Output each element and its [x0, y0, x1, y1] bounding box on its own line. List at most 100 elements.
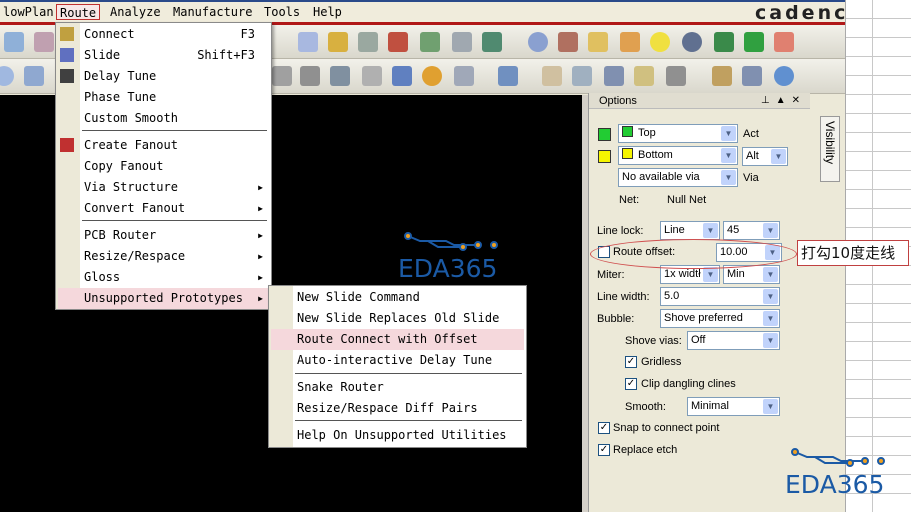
- via-value: No available via: [622, 171, 700, 183]
- zoom-in-icon[interactable]: [34, 32, 54, 52]
- alternate-layer-select[interactable]: Bottom ▼: [618, 146, 738, 165]
- hourglass-icon[interactable]: [744, 32, 764, 52]
- submenu-item-help-on-unsupported-utilities[interactable]: Help On Unsupported Utilities: [271, 425, 524, 446]
- report-icon[interactable]: [542, 66, 562, 86]
- bottom-layer-color-icon[interactable]: [598, 150, 611, 163]
- submenu-item-new-slide-replaces-old-slide[interactable]: New Slide Replaces Old Slide: [271, 308, 524, 329]
- matrix-icon[interactable]: [392, 66, 412, 86]
- measure-icon[interactable]: [588, 32, 608, 52]
- smooth-value: Minimal: [691, 400, 729, 412]
- menu-analyze[interactable]: Analyze: [107, 4, 164, 20]
- submenu-item-route-connect-with-offset[interactable]: Route Connect with Offset: [271, 329, 524, 350]
- submenu-item-snake-router[interactable]: Snake Router: [271, 377, 524, 398]
- rect-icon[interactable]: [24, 66, 44, 86]
- chevron-down-icon: ▼: [763, 399, 778, 414]
- angle-select[interactable]: 45 ▼: [723, 221, 780, 240]
- menu-flowplan[interactable]: lowPlan: [0, 4, 57, 20]
- menu-tools[interactable]: Tools: [261, 4, 303, 20]
- book-icon[interactable]: [572, 66, 592, 86]
- submenu-item-auto-interactive-delay-tune[interactable]: Auto-interactive Delay Tune: [271, 350, 524, 371]
- testpoint-icon[interactable]: [422, 66, 442, 86]
- no-select-icon[interactable]: [774, 32, 794, 52]
- camera-icon[interactable]: [300, 66, 320, 86]
- rename-icon[interactable]: [330, 66, 350, 86]
- menu-item-label: PCB Router: [84, 228, 157, 242]
- route-menu-item-custom-smooth[interactable]: Custom Smooth: [58, 108, 269, 129]
- route-menu-item-connect[interactable]: Connect F3: [58, 24, 269, 45]
- highlight-icon[interactable]: [620, 32, 640, 52]
- line-lock-label: Line lock:: [597, 225, 644, 237]
- chip-icon[interactable]: [604, 66, 624, 86]
- circuit-trace-icon: [404, 232, 498, 251]
- miter-value: 1x widtł: [664, 268, 701, 280]
- menu-manufacture[interactable]: Manufacture: [170, 4, 255, 20]
- line-width-label: Line width:: [597, 291, 650, 303]
- color-icon[interactable]: [328, 32, 348, 52]
- probe-icon[interactable]: [666, 66, 686, 86]
- alt-select[interactable]: Alt ▼: [742, 147, 788, 166]
- sun-icon[interactable]: [650, 32, 670, 52]
- menu-help[interactable]: Help: [310, 4, 345, 20]
- route-menu-item-convert-fanout[interactable]: Convert Fanout ▶: [58, 198, 269, 219]
- bubble-select[interactable]: Shove preferred ▼: [660, 309, 780, 328]
- mail-icon[interactable]: [742, 66, 762, 86]
- submenu-item-new-slide-command[interactable]: New Slide Command: [271, 287, 524, 308]
- smooth-select[interactable]: Minimal ▼: [687, 397, 780, 416]
- clip-dangling-checkbox[interactable]: ✓: [625, 378, 637, 390]
- eda365-watermark: EDA365: [398, 230, 498, 283]
- layers-icon[interactable]: [358, 32, 378, 52]
- submenu-item-resize-respace-diff-pairs[interactable]: Resize/Respace Diff Pairs: [271, 398, 524, 419]
- active-layer-select[interactable]: Top ▼: [618, 124, 738, 143]
- line-lock-select[interactable]: Line ▼: [660, 221, 720, 240]
- menu-item-label: Delay Tune: [84, 69, 157, 83]
- route-menu-item-via-structure[interactable]: Via Structure ▶: [58, 177, 269, 198]
- shove-vias-select[interactable]: Off ▼: [687, 331, 780, 350]
- miter-mode-value: Min: [727, 268, 745, 280]
- route-menu-item-unsupported-prototypes[interactable]: Unsupported Prototypes ▶: [58, 288, 269, 309]
- circle-icon[interactable]: [0, 66, 14, 86]
- chevron-down-icon: ▼: [721, 170, 736, 185]
- globe-icon[interactable]: [482, 32, 502, 52]
- annotation-label: 打勾10度走线: [797, 240, 909, 266]
- via-select[interactable]: No available via ▼: [618, 168, 738, 187]
- chevron-down-icon: ▼: [763, 333, 778, 348]
- info-icon[interactable]: [528, 32, 548, 52]
- cm-icon[interactable]: [420, 32, 440, 52]
- route-menu-item-gloss[interactable]: Gloss ▶: [58, 267, 269, 288]
- visibility-tab[interactable]: Visibility: [820, 116, 840, 182]
- menu-route[interactable]: Route: [56, 4, 101, 20]
- array-icon[interactable]: [454, 66, 474, 86]
- route-menu-item-delay-tune[interactable]: Delay Tune: [58, 66, 269, 87]
- property-icon[interactable]: [558, 32, 578, 52]
- line-width-value: 5.0: [664, 290, 680, 302]
- check-icon[interactable]: [634, 66, 654, 86]
- wrench-icon[interactable]: [272, 66, 292, 86]
- bomb-icon[interactable]: [682, 32, 702, 52]
- panel-controls[interactable]: ⊥▲✕: [761, 93, 806, 109]
- menu-item-label: Connect: [84, 27, 135, 41]
- route-menu-item-create-fanout[interactable]: Create Fanout: [58, 135, 269, 156]
- dfa-icon[interactable]: [452, 32, 472, 52]
- bars-icon[interactable]: [714, 32, 734, 52]
- route-menu-item-resize-respace[interactable]: Resize/Respace ▶: [58, 246, 269, 267]
- stack-icon[interactable]: [388, 32, 408, 52]
- windows-icon[interactable]: [712, 66, 732, 86]
- route-menu-item-pcb-router[interactable]: PCB Router ▶: [58, 225, 269, 246]
- replace-etch-checkbox[interactable]: ✓: [598, 444, 610, 456]
- signal-icon[interactable]: [498, 66, 518, 86]
- top-layer-color-icon[interactable]: [598, 128, 611, 141]
- line-width-select[interactable]: 5.0 ▼: [660, 287, 780, 306]
- route-menu-item-slide[interactable]: Slide Shift+F3: [58, 45, 269, 66]
- menu-bar: lowPlan Route Analyze Manufacture Tools …: [0, 0, 861, 24]
- snap-checkbox[interactable]: ✓: [598, 422, 610, 434]
- route-menu-item-copy-fanout[interactable]: Copy Fanout: [58, 156, 269, 177]
- delay-tune-icon: [60, 69, 74, 83]
- options-panel: Options ⊥▲✕ Top ▼ Act Bottom ▼ Alt ▼ No avai…: [588, 93, 810, 512]
- route-menu-item-phase-tune[interactable]: Phase Tune: [58, 87, 269, 108]
- help-icon[interactable]: [774, 66, 794, 86]
- zoom-fit-icon[interactable]: [4, 32, 24, 52]
- grid-icon[interactable]: [298, 32, 318, 52]
- gridless-checkbox[interactable]: ✓: [625, 356, 637, 368]
- list-icon[interactable]: [362, 66, 382, 86]
- eda365-watermark-2: EDA365: [785, 446, 895, 499]
